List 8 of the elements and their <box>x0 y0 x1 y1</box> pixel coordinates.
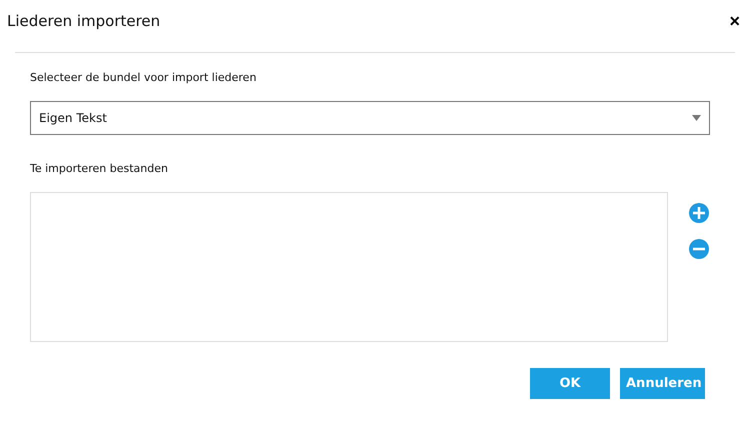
files-label: Te importeren bestanden <box>30 162 168 175</box>
close-button[interactable]: × <box>729 10 740 32</box>
minus-icon[interactable] <box>688 238 710 260</box>
dialog-title: Liederen importeren <box>7 12 160 30</box>
plus-icon[interactable] <box>688 202 710 224</box>
bundle-dropdown[interactable]: Eigen Tekst <box>30 101 710 135</box>
bundle-label: Selecteer de bundel voor import liederen <box>30 71 258 84</box>
caret-icon <box>692 115 701 121</box>
